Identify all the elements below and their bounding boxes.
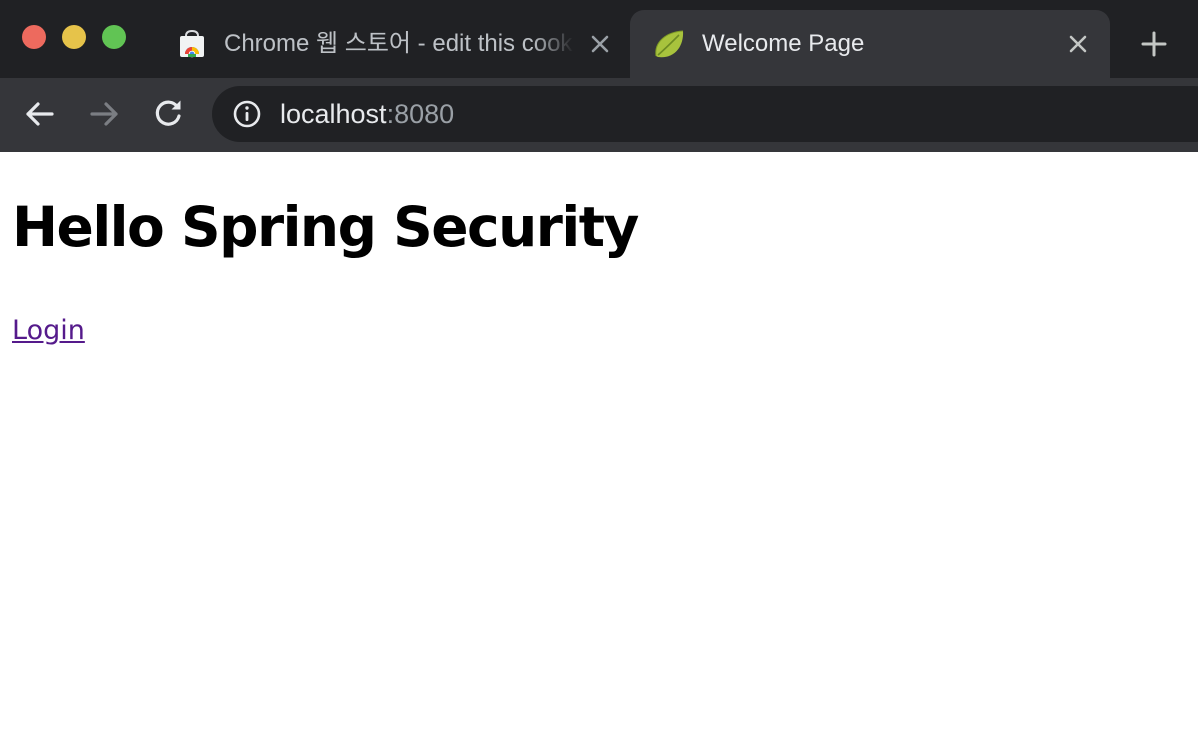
address-bar[interactable]: localhost:8080 [212,86,1198,142]
window-minimize-button[interactable] [62,25,86,49]
info-icon[interactable] [232,99,262,129]
toolbar: localhost:8080 [0,78,1198,152]
browser-window: Chrome 웹 스토어 - edit this cookie Welcome … [0,0,1198,734]
tab-strip: Chrome 웹 스토어 - edit this cookie Welcome … [0,0,1198,78]
page-heading: Hello Spring Security [12,195,639,259]
spring-leaf-icon [652,28,684,60]
back-arrow-icon[interactable] [22,96,58,132]
page-content: Hello Spring Security Login [0,152,1198,734]
tab-welcome-page[interactable]: Welcome Page [630,10,1110,78]
url-text[interactable]: localhost:8080 [280,96,454,132]
url-host: localhost [280,99,387,129]
reload-icon[interactable] [150,96,186,132]
tab-title: Welcome Page [702,30,865,57]
close-icon[interactable] [1066,32,1090,56]
new-tab-plus-icon[interactable] [1138,28,1170,60]
url-port: :8080 [386,99,455,129]
window-close-button[interactable] [22,25,46,49]
tab-chrome-web-store[interactable]: Chrome 웹 스토어 - edit this cookie [160,10,630,78]
window-maximize-button[interactable] [102,25,126,49]
chrome-web-store-icon [176,28,208,60]
forward-arrow-icon[interactable] [86,96,122,132]
login-link[interactable]: Login [12,312,85,350]
tab-title: Chrome 웹 스토어 - edit this cookie [224,30,574,57]
close-icon[interactable] [588,32,612,56]
